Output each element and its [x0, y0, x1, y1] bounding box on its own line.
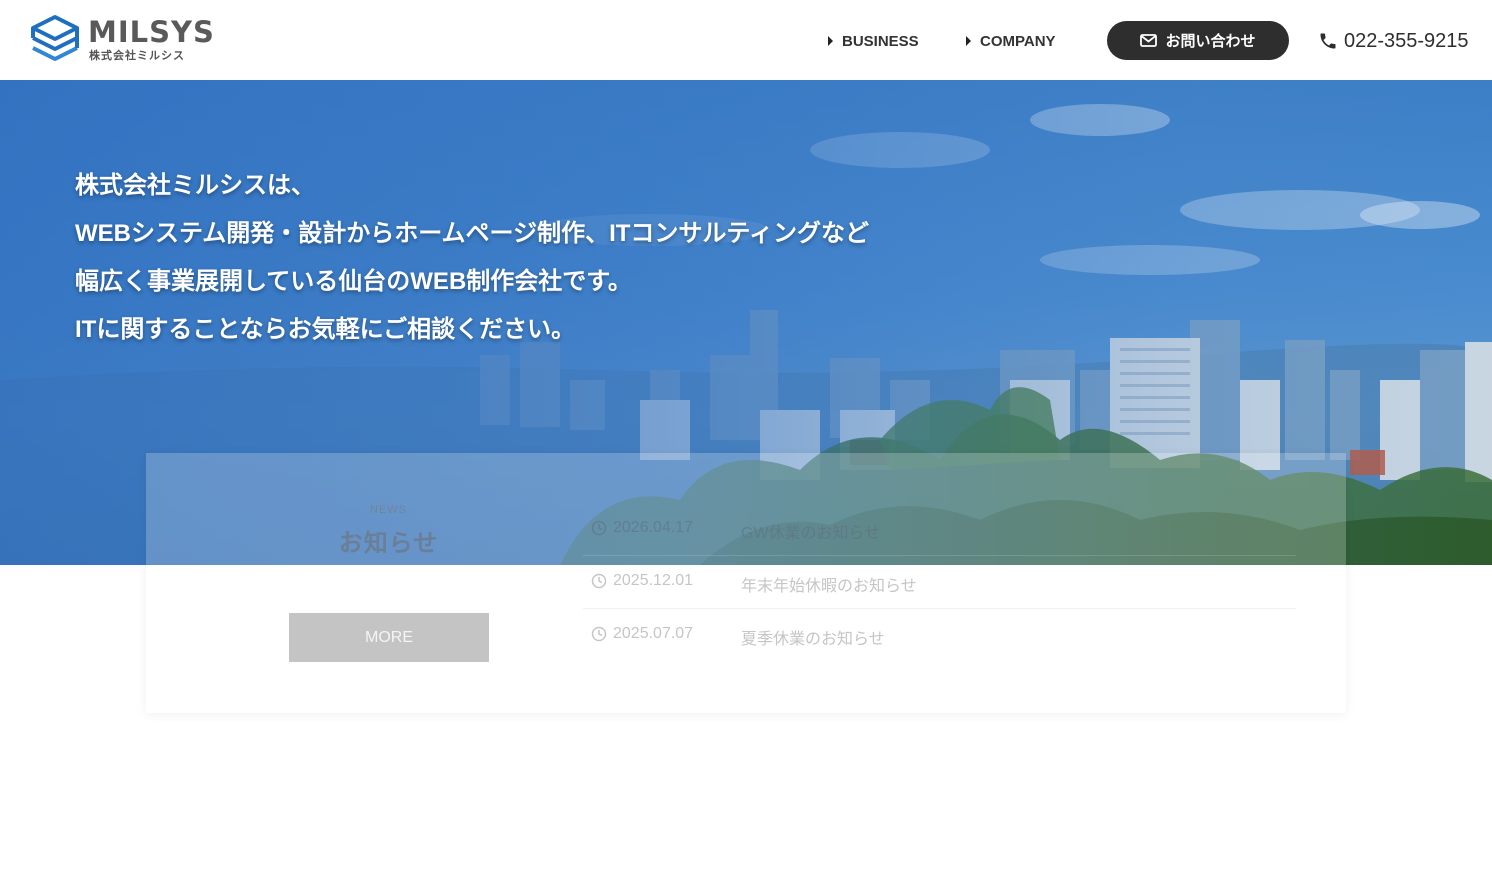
- news-date: 2026.04.17: [613, 519, 694, 536]
- nav-business[interactable]: BUSINESS: [828, 30, 919, 52]
- nav-business-label: BUSINESS: [842, 32, 919, 50]
- news-list: 2026.04.17 GW休業のお知らせ 2025.12.01 年末年始休暇のお…: [583, 503, 1296, 662]
- news-section: NEWS お知らせ MORE 2026.04.17 GW休業のお知らせ 2025…: [146, 453, 1346, 713]
- news-date: 2025.12.01: [613, 572, 694, 589]
- mail-icon: [1140, 34, 1158, 47]
- hero-line-3: 幅広く事業展開している仙台のWEB制作会社です。: [75, 268, 632, 295]
- nav-company[interactable]: COMPANY: [966, 30, 1056, 52]
- contact-button[interactable]: お問い合わせ: [1107, 21, 1289, 60]
- hero-line-4: ITに関することならお気軽にご相談ください。: [75, 316, 576, 343]
- logo-subtitle: 株式会社ミルシス: [89, 50, 185, 62]
- hero-copy: 株式会社ミルシスは、 WEBシステム開発・設計からホームページ制作、ITコンサル…: [75, 162, 869, 354]
- site-header: MILSYS 株式会社ミルシス BUSINESS COMPANY お問い合わせ …: [0, 0, 1492, 80]
- hero-line-2: WEBシステム開発・設計からホームページ制作、ITコンサルティングなど: [75, 220, 869, 247]
- nav-company-label: COMPANY: [980, 32, 1056, 50]
- triangle-right-icon: [966, 36, 971, 46]
- news-title: GW休業のお知らせ: [741, 525, 881, 542]
- news-heading: お知らせ: [338, 530, 439, 557]
- hero-line-1: 株式会社ミルシスは、: [75, 172, 315, 199]
- logo-mark-icon: [31, 15, 79, 61]
- clock-icon: [591, 626, 607, 642]
- logo-name: MILSYS: [88, 15, 215, 49]
- contact-button-label: お問い合わせ: [1165, 33, 1256, 50]
- news-item[interactable]: 2025.12.01 年末年始休暇のお知らせ: [583, 556, 1296, 609]
- more-button[interactable]: MORE: [289, 613, 489, 662]
- news-date: 2025.07.07: [613, 625, 694, 642]
- phone-link[interactable]: 022-355-9215: [1318, 28, 1469, 54]
- news-title: 夏季休業のお知らせ: [741, 631, 885, 648]
- phone-number: 022-355-9215: [1344, 29, 1469, 52]
- news-item[interactable]: 2025.07.07 夏季休業のお知らせ: [583, 609, 1296, 662]
- news-item[interactable]: 2026.04.17 GW休業のお知らせ: [583, 503, 1296, 556]
- news-heading-en: NEWS: [370, 504, 407, 516]
- clock-icon: [591, 520, 607, 536]
- site-logo[interactable]: MILSYS 株式会社ミルシス: [29, 14, 219, 68]
- news-title: 年末年始休暇のお知らせ: [741, 578, 917, 595]
- phone-icon: [1320, 33, 1336, 49]
- triangle-right-icon: [828, 36, 833, 46]
- clock-icon: [591, 573, 607, 589]
